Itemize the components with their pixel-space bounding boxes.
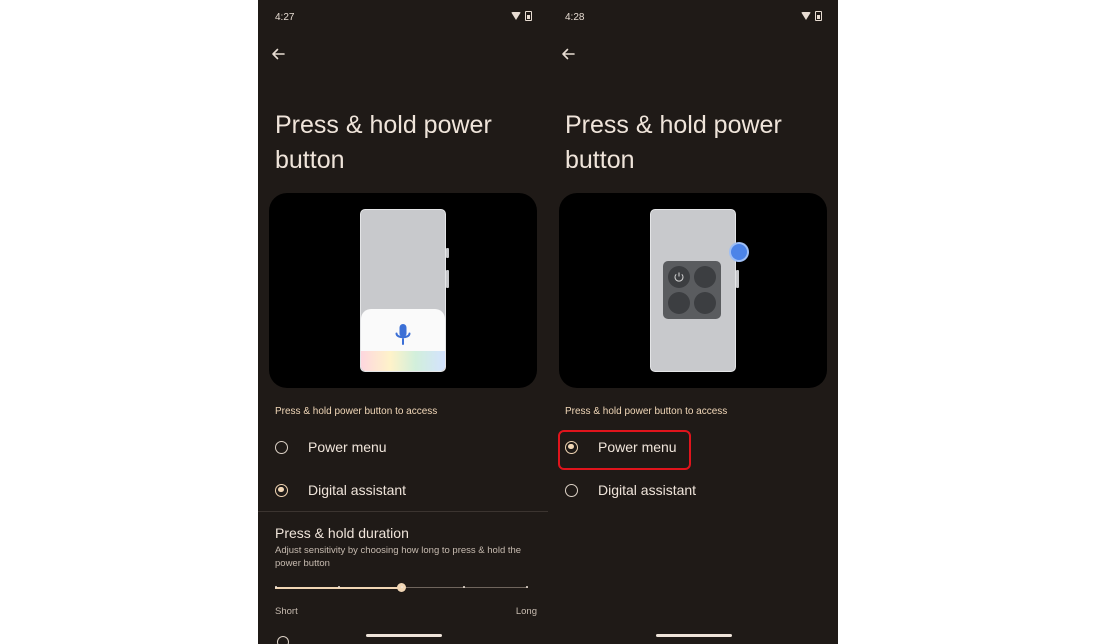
duration-title: Press & hold duration xyxy=(275,525,409,541)
side-button xyxy=(446,270,449,288)
option-label: Power menu xyxy=(308,439,387,455)
section-label: Press & hold power button to access xyxy=(275,406,438,417)
back-arrow-icon[interactable] xyxy=(270,46,286,62)
duration-slider[interactable] xyxy=(275,580,528,596)
option-label: Digital assistant xyxy=(308,482,407,498)
status-icons xyxy=(511,11,532,21)
info-icon xyxy=(277,636,289,644)
press-indicator-dot xyxy=(731,244,747,260)
illustration-assistant xyxy=(269,193,537,388)
settings-screen-left: 4:27 Press & hold power button Press & h… xyxy=(258,0,548,644)
power-menu-item xyxy=(694,266,716,288)
slider-tick xyxy=(400,586,403,588)
slider-min-label: Short xyxy=(275,606,298,617)
slider-tick xyxy=(337,586,340,588)
back-arrow-icon[interactable] xyxy=(560,46,576,62)
settings-screen-right: 4:28 Press & hold power button Press & h… xyxy=(548,0,838,644)
battery-icon xyxy=(815,11,822,21)
status-time: 4:28 xyxy=(565,12,585,23)
duration-description: Adjust sensitivity by choosing how long … xyxy=(275,545,522,569)
power-icon xyxy=(674,272,684,282)
illustration-power-menu xyxy=(559,193,827,388)
phone-illustration xyxy=(360,209,449,372)
status-icons xyxy=(801,11,822,21)
divider xyxy=(258,511,548,512)
microphone-icon xyxy=(395,324,411,345)
navigation-handle[interactable] xyxy=(366,634,442,637)
status-time: 4:27 xyxy=(275,12,295,23)
phone-illustration xyxy=(650,209,739,372)
wifi-icon xyxy=(511,12,521,20)
battery-icon xyxy=(525,11,532,21)
slider-tick xyxy=(526,586,528,588)
page-title: Press & hold power button xyxy=(275,111,492,174)
slider-tick xyxy=(275,586,277,588)
assistant-glow xyxy=(361,351,445,371)
radio-button[interactable] xyxy=(565,483,578,497)
option-power-menu[interactable]: Power menu xyxy=(565,436,677,458)
side-button xyxy=(736,270,739,288)
option-label: Digital assistant xyxy=(598,482,697,498)
power-menu-item xyxy=(668,292,690,314)
power-menu-item xyxy=(668,266,690,288)
navigation-handle[interactable] xyxy=(656,634,732,637)
side-button xyxy=(446,248,449,258)
wifi-icon xyxy=(801,12,811,20)
option-power-menu[interactable]: Power menu xyxy=(275,436,387,458)
slider-max-label: Long xyxy=(515,606,537,617)
option-digital-assistant[interactable]: Digital assistant xyxy=(565,479,696,501)
power-menu-item xyxy=(694,292,716,314)
option-digital-assistant[interactable]: Digital assistant xyxy=(275,479,406,501)
assistant-sheet xyxy=(361,309,445,371)
option-label: Power menu xyxy=(598,439,677,455)
radio-button-selected[interactable] xyxy=(565,440,578,454)
power-menu-grid xyxy=(663,261,721,319)
section-label: Press & hold power button to access xyxy=(565,406,728,417)
radio-button-selected[interactable] xyxy=(275,483,288,497)
radio-button[interactable] xyxy=(275,440,288,454)
page-title: Press & hold power button xyxy=(565,111,782,174)
